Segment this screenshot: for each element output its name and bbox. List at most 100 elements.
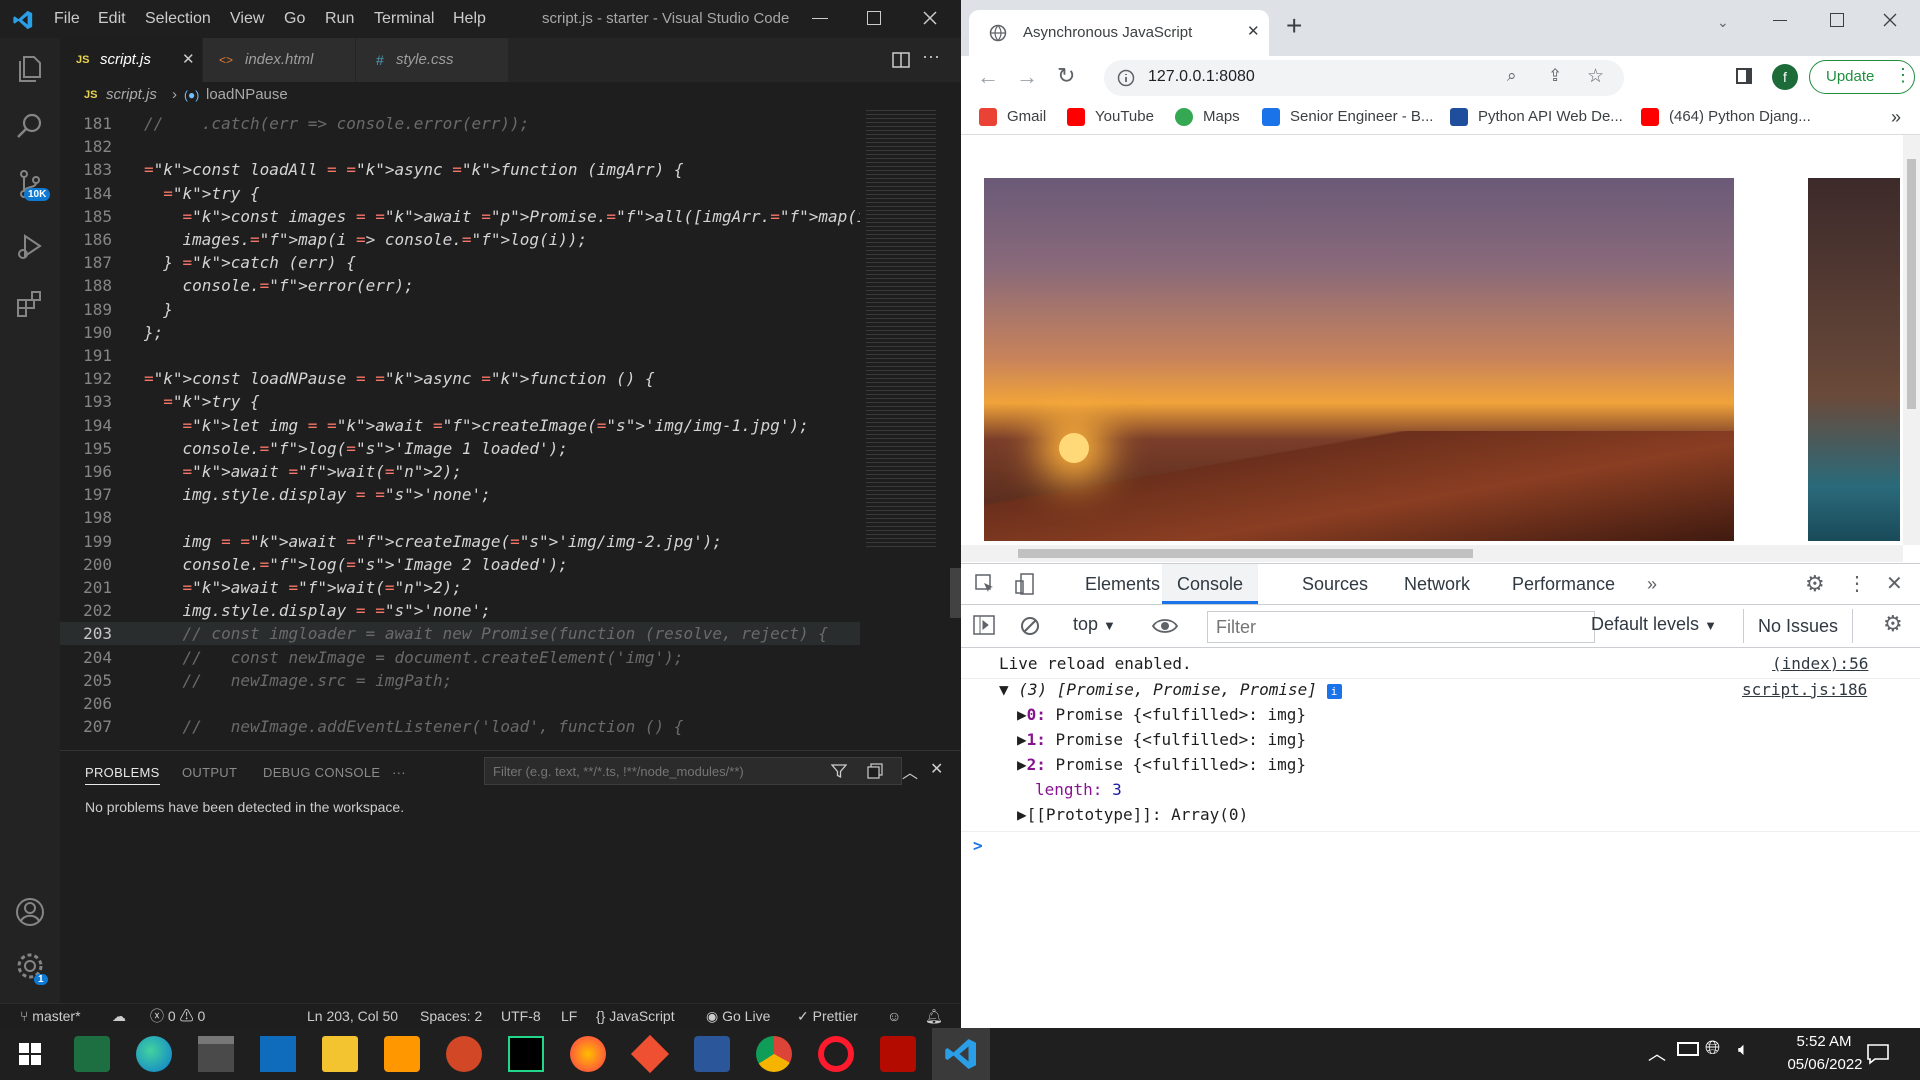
close-window-button[interactable] (923, 11, 937, 25)
code-editor[interactable]: 181 // .catch(err => console.error(err));… (60, 108, 961, 748)
extensions-icon[interactable] (14, 288, 46, 320)
minimize-button[interactable] (812, 18, 828, 19)
code-line[interactable]: 207 // newImage.addEventListener('load',… (60, 715, 860, 738)
code-line[interactable]: 197 img.style.display = ="s">'none'; (60, 483, 860, 506)
feedback-icon[interactable]: ☺ (887, 1004, 901, 1028)
bookmark-youtube[interactable]: YouTube (1067, 100, 1154, 134)
array-log-row[interactable]: ▼ (3) [Promise, Promise, Promise] i (999, 680, 1342, 699)
tab-console[interactable]: Console (1162, 564, 1259, 604)
code-line[interactable]: 187 } ="k">catch (err) { (60, 251, 860, 274)
editor-scrollbar[interactable] (950, 108, 961, 748)
update-button[interactable]: Update ⋮ (1809, 60, 1915, 94)
tab-search-icon[interactable]: ⌄ (1717, 14, 1729, 31)
menu-edit[interactable]: Edit (98, 0, 126, 38)
menu-help[interactable]: Help (453, 0, 486, 38)
url-text[interactable]: 127.0.0.1:8080 (1148, 68, 1255, 86)
console-filter-input[interactable] (1207, 611, 1595, 643)
tab-debug-console[interactable]: DEBUG CONSOLE (263, 765, 380, 780)
prettier[interactable]: ✓ Prettier (797, 1004, 858, 1028)
reload-icon[interactable]: ↻ (1057, 63, 1075, 89)
code-line[interactable]: 196 ="k">await ="f">wait(="n">2); (60, 460, 860, 483)
code-line[interactable]: 199 img = ="k">await ="f">createImage(="… (60, 530, 860, 553)
code-line[interactable]: 191 (60, 344, 860, 367)
scrollbar-thumb[interactable] (1018, 549, 1473, 558)
tab-index-html[interactable]: <> index.html (203, 38, 355, 82)
indentation[interactable]: Spaces: 2 (420, 1004, 482, 1028)
live-expression-eye-icon[interactable] (1152, 617, 1178, 635)
bookmark-senior-engineer[interactable]: Senior Engineer - B... (1262, 100, 1433, 134)
issues-button[interactable]: No Issues (1743, 609, 1854, 643)
minimize-button[interactable] (1773, 20, 1787, 21)
close-window-button[interactable] (1883, 13, 1897, 27)
source-link[interactable]: (index):56 (1772, 654, 1868, 673)
scrollbar-thumb[interactable] (950, 568, 961, 618)
network-globe-icon[interactable]: 🌐︎ (1705, 1038, 1720, 1060)
breadcrumb-file[interactable]: script.js (106, 82, 157, 108)
menu-view[interactable]: View (230, 0, 264, 38)
browser-tab[interactable]: Asynchronous JavaScript ✕ (969, 10, 1269, 56)
code-line[interactable]: 184 ="k">try { (60, 182, 860, 205)
firefox-icon[interactable] (570, 1036, 606, 1072)
word-icon[interactable] (694, 1036, 730, 1072)
filter-icon[interactable] (831, 763, 847, 779)
page-horizontal-scrollbar[interactable] (961, 545, 1903, 562)
console-prompt[interactable]: > (973, 836, 983, 855)
git-icon[interactable] (630, 1034, 670, 1074)
close-tab-icon[interactable]: ✕ (182, 38, 195, 82)
code-line[interactable]: 194 ="k">let img = ="k">await ="f">creat… (60, 414, 860, 437)
windows-start-icon[interactable] (12, 1036, 48, 1072)
maximize-button[interactable] (1830, 13, 1844, 27)
address-bar[interactable]: 127.0.0.1:8080 ⌕ ⇪ ☆ (1104, 60, 1624, 96)
file-explorer-icon[interactable] (322, 1036, 358, 1072)
store-icon[interactable] (198, 1036, 234, 1072)
close-devtools-icon[interactable]: ✕ (1886, 564, 1903, 604)
volume-icon[interactable]: 🔈︎ (1738, 1039, 1749, 1060)
code-line[interactable]: 185 ="k">const images = ="k">await ="p">… (60, 205, 961, 228)
code-line[interactable]: 198 (60, 506, 860, 529)
tab-style-css[interactable]: # style.css (356, 38, 508, 82)
forward-arrow-icon[interactable]: → (1016, 64, 1038, 90)
cursor-position[interactable]: Ln 203, Col 50 (307, 1004, 398, 1028)
split-editor-icon[interactable] (892, 51, 910, 69)
code-line[interactable]: 204 // const newImage = document.createE… (60, 646, 860, 669)
collapse-all-icon[interactable] (867, 763, 883, 779)
branch-item[interactable]: ⑂ master* (20, 1004, 81, 1028)
menu-run[interactable]: Run (325, 0, 354, 38)
source-link[interactable]: script.js:186 (1742, 680, 1867, 699)
battery-icon[interactable] (1677, 1042, 1699, 1056)
bookmark-python-django[interactable]: (464) Python Djang... (1641, 100, 1811, 134)
code-line[interactable]: 190}; (60, 321, 860, 344)
devtools-menu-icon[interactable]: ⋮ (1847, 564, 1867, 604)
search-icon[interactable] (14, 110, 46, 142)
menu-terminal[interactable]: Terminal (374, 0, 434, 38)
clock-time[interactable]: 5:52 AM (1779, 1033, 1869, 1050)
code-line[interactable]: 200 console.="f">log(="s">'Image 2 loade… (60, 553, 860, 576)
menu-go[interactable]: Go (284, 0, 305, 38)
acrobat-icon[interactable] (880, 1036, 916, 1072)
sublime-text-icon[interactable] (384, 1036, 420, 1072)
bookmark-maps[interactable]: Maps (1175, 100, 1240, 134)
code-line[interactable]: 193 ="k">try { (60, 390, 860, 413)
bookmark-star-icon[interactable]: ☆ (1587, 65, 1604, 88)
page-vertical-scrollbar[interactable] (1903, 135, 1920, 545)
vscode-icon[interactable] (943, 1036, 979, 1072)
maximize-button[interactable] (867, 11, 881, 25)
back-arrow-icon[interactable]: ← (977, 64, 999, 90)
prototype-row[interactable]: ▶[[Prototype]]: Array(0) (1017, 805, 1248, 824)
code-line[interactable]: 188 console.="f">error(err); (60, 274, 860, 297)
chrome-icon[interactable] (756, 1036, 792, 1072)
maximize-panel-icon[interactable]: ︿ (902, 759, 918, 783)
line-ending[interactable]: LF (561, 1004, 577, 1028)
more-actions-icon[interactable]: ··· (922, 46, 940, 67)
code-line[interactable]: 201 ="k">await ="f">wait(="n">2); (60, 576, 860, 599)
tab-performance[interactable]: Performance (1512, 564, 1615, 604)
problems-status[interactable]: ⓧ 0 ⚠ 0 (150, 1004, 205, 1028)
code-line[interactable]: 202 img.style.display = ="s">'none'; (60, 599, 860, 622)
code-line[interactable]: 203 // const imgloader = await new Promi… (60, 622, 860, 646)
opera-icon[interactable] (818, 1036, 854, 1072)
go-live[interactable]: ◉ Go Live (706, 1004, 770, 1028)
encoding[interactable]: UTF-8 (501, 1004, 541, 1028)
clear-console-icon[interactable] (1020, 616, 1040, 636)
bookmark-python-api[interactable]: Python API Web De... (1450, 100, 1623, 134)
tab-output[interactable]: OUTPUT (182, 765, 237, 780)
